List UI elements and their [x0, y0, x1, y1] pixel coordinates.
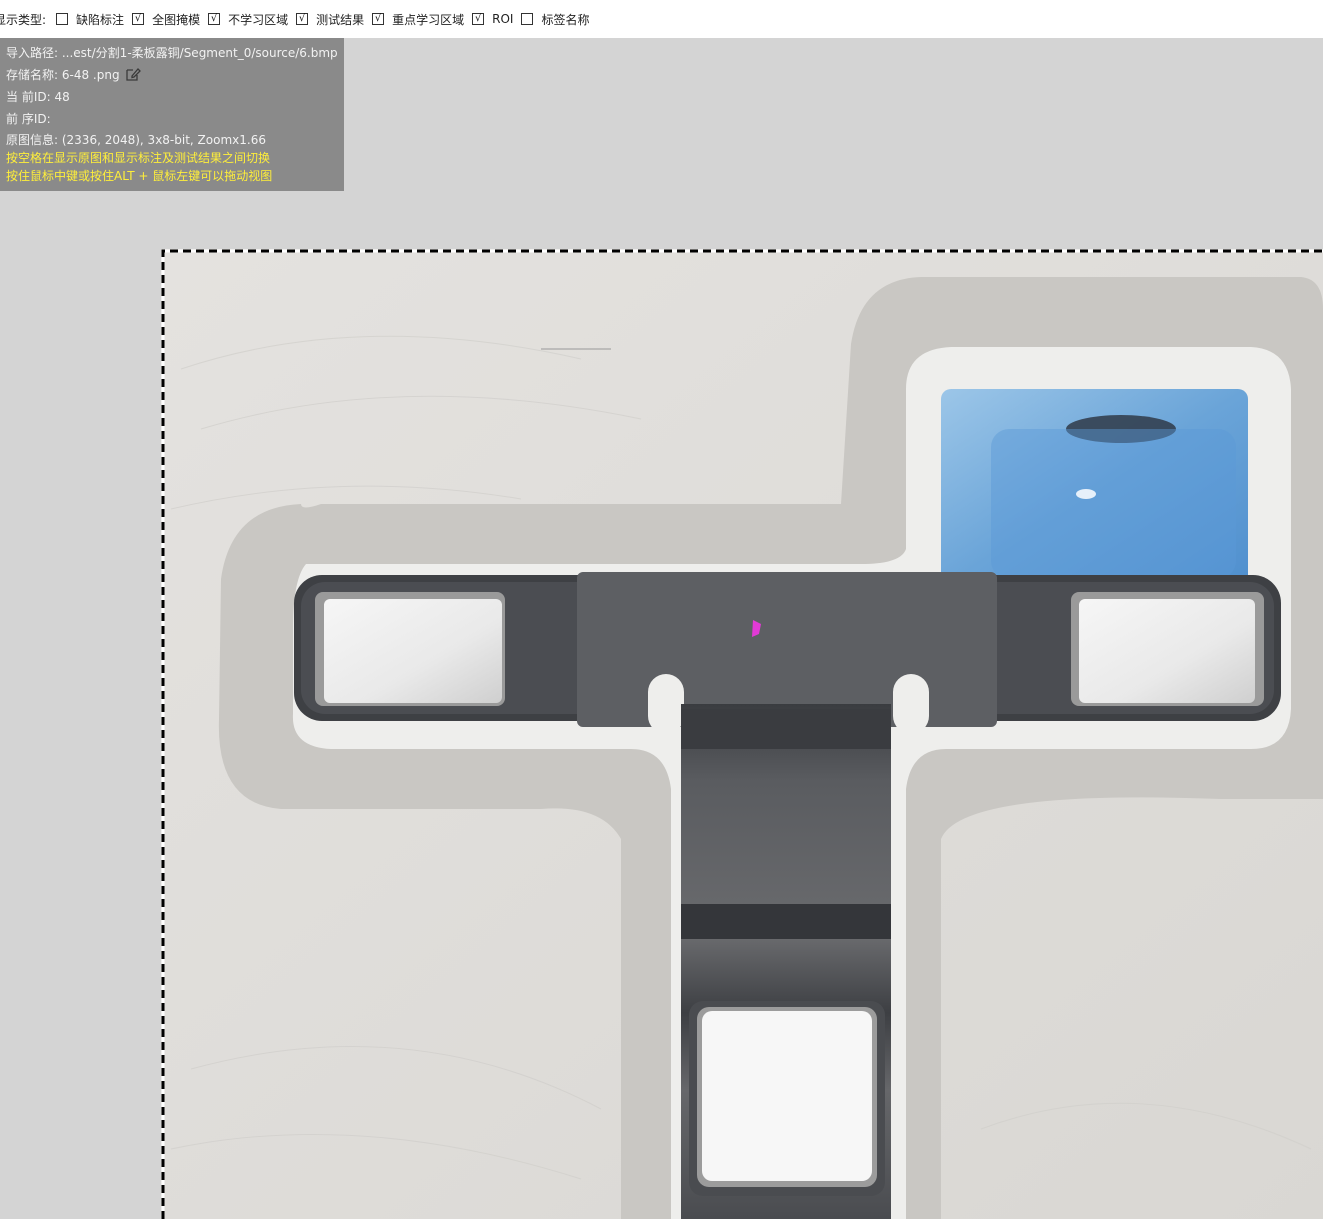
checkbox-roi[interactable]: √ — [472, 13, 485, 25]
source-image-info: 原图信息: (2336, 2048), 3x8-bit, Zoomx1.66 — [6, 133, 266, 147]
display-type-label: 显示类型: — [0, 12, 47, 27]
option-label-name[interactable]: 标签名称 — [517, 11, 591, 28]
inspection-image — [161, 249, 1323, 1219]
option-no-learn-region[interactable]: √ 不学习区域 — [204, 11, 290, 28]
checkbox-full-mask[interactable]: √ — [132, 13, 145, 25]
checkbox-test-result[interactable]: √ — [296, 13, 309, 25]
display-type-toolbar: 显示类型: 缺陷标注 √ 全图掩模 √ 不学习区域 √ 测试结果 √ 重点学习区… — [0, 0, 1323, 38]
previous-id: 前 序ID: — [6, 112, 51, 126]
image-info-panel: 导入路径: ...est/分割1-柔板露铜/Segment_0/source/6… — [0, 38, 344, 191]
edit-icon[interactable] — [125, 67, 142, 87]
checkbox-defect-annotation[interactable] — [56, 13, 69, 25]
import-path: 导入路径: ...est/分割1-柔板露铜/Segment_0/source/6… — [6, 46, 338, 60]
option-roi[interactable]: √ ROI — [468, 12, 515, 26]
save-name-row: 存储名称: 6-48 .png — [6, 66, 338, 88]
option-test-result[interactable]: √ 测试结果 — [292, 11, 366, 28]
checkbox-label-name[interactable] — [521, 13, 534, 25]
option-defect-annotation[interactable]: 缺陷标注 — [52, 11, 126, 28]
option-focus-learn-region[interactable]: √ 重点学习区域 — [368, 11, 466, 28]
image-viewport[interactable] — [161, 249, 1323, 1219]
option-full-mask[interactable]: √ 全图掩模 — [128, 11, 202, 28]
current-id: 当 前ID: 48 — [6, 90, 70, 104]
checkbox-no-learn-region[interactable]: √ — [208, 13, 221, 25]
hint-drag-view: 按住鼠标中键或按住ALT + 鼠标左键可以拖动视图 — [6, 169, 273, 183]
save-name: 存储名称: 6-48 .png — [6, 68, 120, 82]
hint-toggle-space: 按空格在显示原图和显示标注及测试结果之间切换 — [6, 151, 271, 165]
checkbox-focus-learn-region[interactable]: √ — [372, 13, 385, 25]
